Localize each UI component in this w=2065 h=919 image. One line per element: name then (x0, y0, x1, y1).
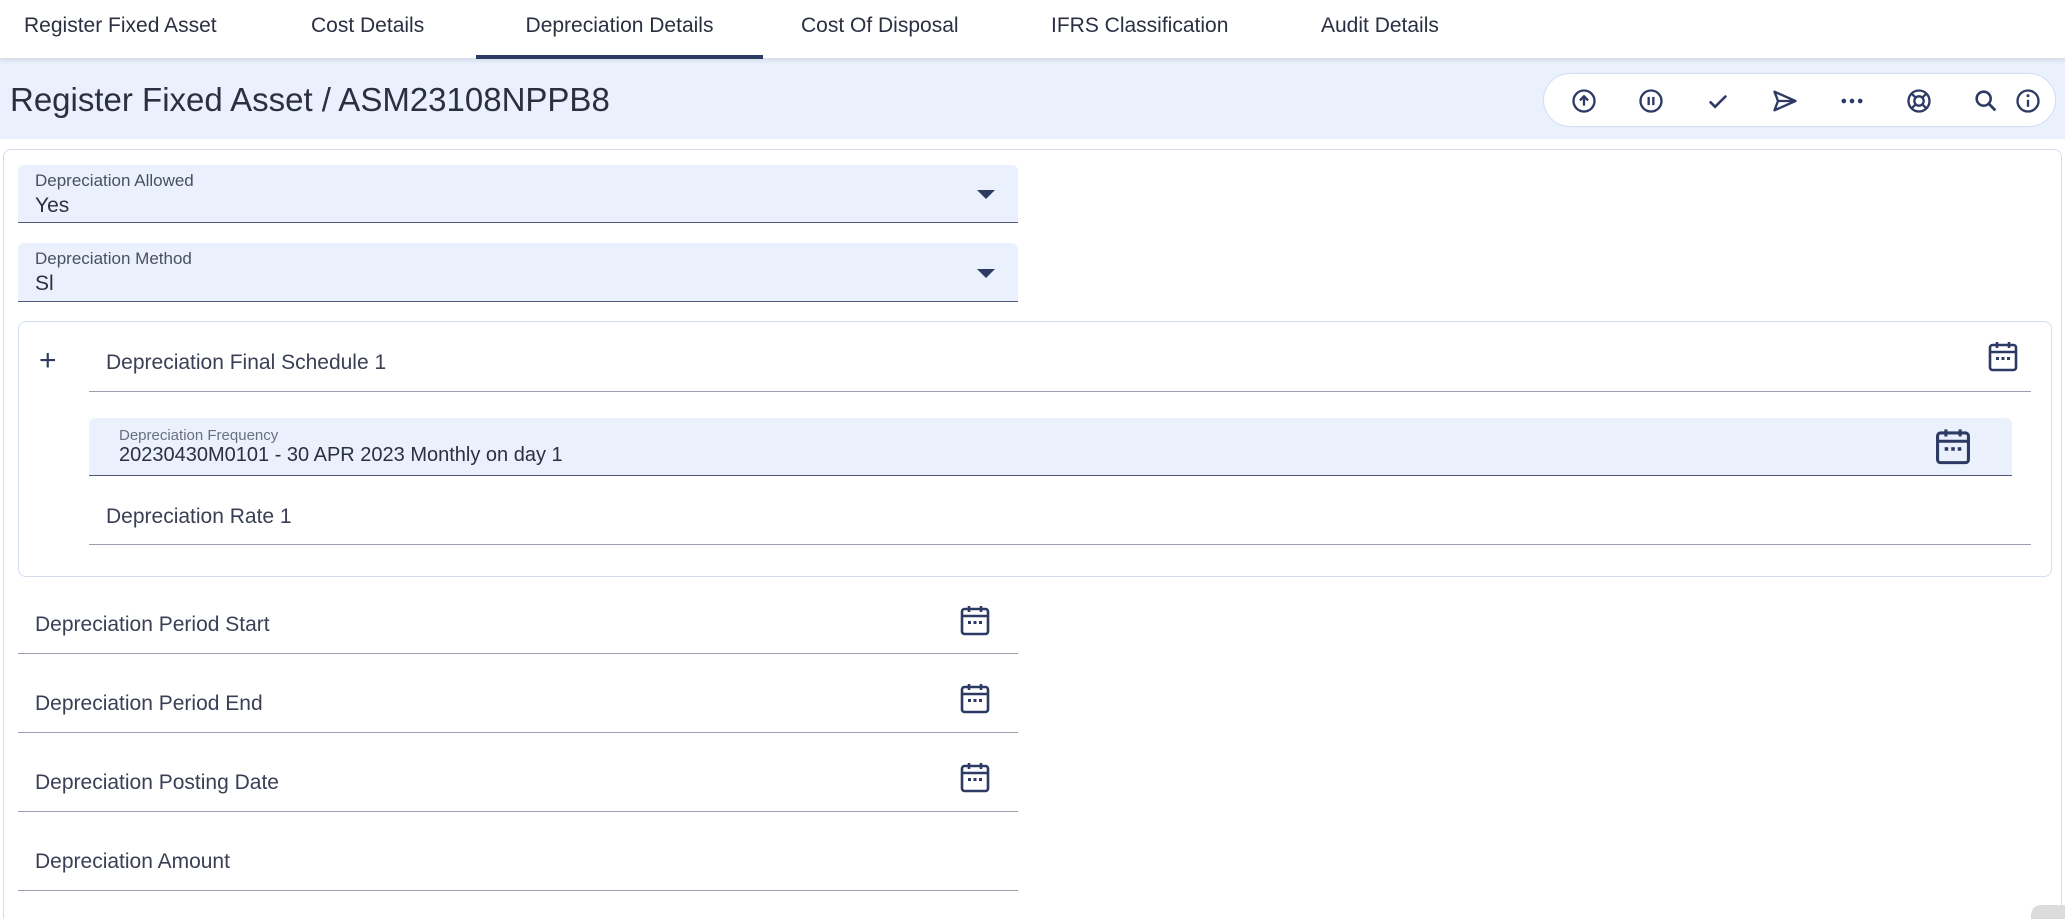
depreciation-period-end-placeholder: Depreciation Period End (35, 692, 263, 715)
depreciation-details-panel: Depreciation Allowed Yes Depreciation Me… (3, 149, 2062, 919)
depreciation-period-start-field[interactable]: Depreciation Period Start (18, 589, 1018, 654)
depreciation-final-schedule-placeholder: Depreciation Final Schedule 1 (106, 351, 387, 374)
calendar-icon[interactable] (1988, 340, 2018, 372)
search-icon[interactable] (1972, 87, 2000, 115)
depreciation-method-value: Sl (35, 272, 54, 295)
resize-handle[interactable] (2031, 905, 2065, 919)
depreciation-frequency-label: Depreciation Frequency (119, 427, 279, 444)
send-icon[interactable] (1771, 87, 1799, 115)
calendar-icon[interactable] (960, 604, 990, 636)
depreciation-schedule-group: + Depreciation Final Schedule 1 Deprecia… (18, 321, 2052, 577)
tab-depreciation-details[interactable]: Depreciation Details (476, 0, 763, 59)
depreciation-method-select[interactable]: Depreciation Method Sl (18, 243, 1018, 302)
tab-cost-details[interactable]: Cost Details (311, 0, 424, 59)
calendar-icon[interactable] (1935, 427, 1971, 465)
upload-circle-icon[interactable] (1570, 87, 1598, 115)
more-horizontal-icon[interactable] (1838, 87, 1866, 115)
depreciation-allowed-label: Depreciation Allowed (35, 171, 194, 190)
calendar-icon[interactable] (960, 761, 990, 793)
tab-cost-of-disposal[interactable]: Cost Of Disposal (801, 0, 959, 59)
check-icon[interactable] (1704, 87, 1732, 115)
page-header: Register Fixed Asset / ASM23108NPPB8 (0, 59, 2065, 139)
depreciation-period-start-placeholder: Depreciation Period Start (35, 613, 270, 636)
action-toolbar (1543, 73, 2056, 127)
chevron-down-icon[interactable] (977, 269, 995, 278)
depreciation-posting-date-field[interactable]: Depreciation Posting Date (18, 747, 1018, 812)
tab-ifrs-classification[interactable]: IFRS Classification (1051, 0, 1228, 59)
depreciation-period-end-field[interactable]: Depreciation Period End (18, 668, 1018, 733)
calendar-icon[interactable] (960, 682, 990, 714)
support-lifebuoy-icon[interactable] (1905, 87, 1933, 115)
add-schedule-button[interactable]: + (39, 346, 57, 376)
depreciation-amount-placeholder: Depreciation Amount (35, 850, 230, 873)
chevron-down-icon[interactable] (977, 190, 995, 199)
tab-bar: Register Fixed Asset Cost Details Deprec… (0, 0, 2065, 59)
depreciation-rate-placeholder: Depreciation Rate 1 (106, 505, 292, 528)
depreciation-final-schedule-field[interactable]: Depreciation Final Schedule 1 (89, 322, 2031, 392)
tab-audit-details[interactable]: Audit Details (1321, 0, 1439, 59)
depreciation-amount-field[interactable]: Depreciation Amount (18, 826, 1018, 891)
page-title: Register Fixed Asset / ASM23108NPPB8 (10, 81, 610, 118)
depreciation-frequency-field[interactable]: Depreciation Frequency 20230430M0101 - 3… (89, 418, 2012, 476)
depreciation-frequency-value: 20230430M0101 - 30 APR 2023 Monthly on d… (119, 444, 563, 466)
depreciation-method-label: Depreciation Method (35, 249, 192, 268)
depreciation-allowed-value: Yes (35, 194, 70, 217)
info-icon[interactable] (2014, 87, 2042, 115)
depreciation-rate-field[interactable]: Depreciation Rate 1 (89, 482, 2031, 545)
pause-circle-icon[interactable] (1637, 87, 1665, 115)
tab-register-fixed-asset[interactable]: Register Fixed Asset (24, 0, 217, 59)
depreciation-posting-date-placeholder: Depreciation Posting Date (35, 771, 279, 794)
depreciation-allowed-select[interactable]: Depreciation Allowed Yes (18, 165, 1018, 223)
